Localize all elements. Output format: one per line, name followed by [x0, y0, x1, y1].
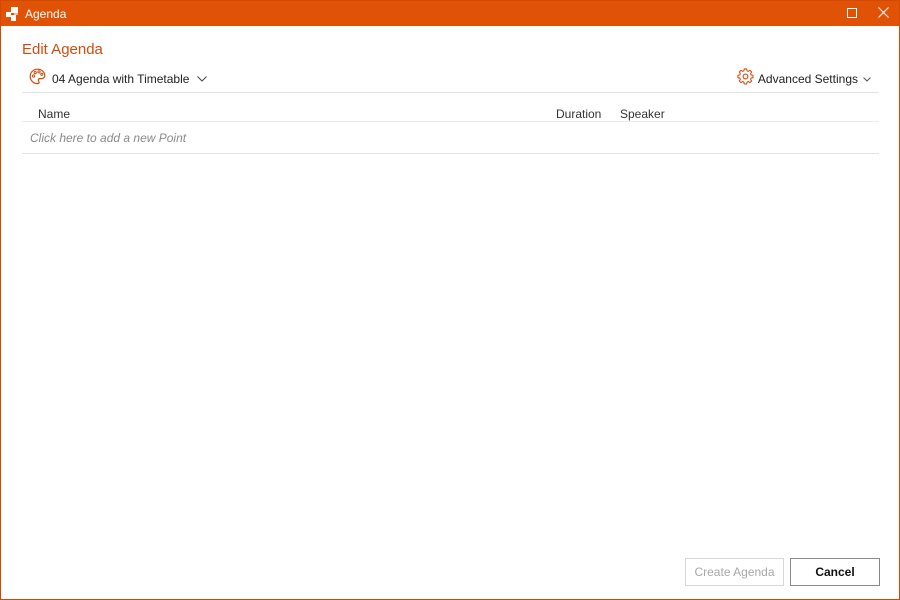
table-row-divider — [22, 153, 879, 154]
column-header-name[interactable]: Name — [38, 107, 70, 121]
maximize-button[interactable] — [837, 1, 867, 26]
add-new-point-row[interactable]: Click here to add a new Point — [30, 131, 186, 145]
app-logo-icon — [5, 6, 21, 22]
create-agenda-button[interactable]: Create Agenda — [685, 558, 784, 586]
chevron-down-icon — [197, 76, 208, 82]
theme-dropdown[interactable]: 04 Agenda with Timetable — [29, 68, 208, 90]
maximize-icon — [847, 5, 857, 23]
advanced-settings-dropdown[interactable]: Advanced Settings — [737, 68, 871, 90]
window-title: Agenda — [25, 7, 67, 21]
table-header-divider — [22, 121, 879, 122]
toolbar-divider — [22, 92, 879, 93]
agenda-window: Agenda Edit Agenda 04 Agenda with Timeta… — [0, 0, 900, 600]
gear-icon — [737, 68, 754, 90]
close-icon — [877, 5, 889, 23]
close-button[interactable] — [868, 1, 898, 26]
cancel-button[interactable]: Cancel — [790, 558, 880, 586]
chevron-down-icon — [863, 76, 871, 82]
palette-icon — [29, 68, 46, 90]
page-title: Edit Agenda — [22, 41, 103, 58]
theme-selected-value: 04 Agenda with Timetable — [52, 72, 190, 86]
column-header-speaker[interactable]: Speaker — [620, 107, 665, 121]
advanced-settings-label: Advanced Settings — [757, 72, 858, 86]
column-header-duration[interactable]: Duration — [556, 107, 601, 121]
title-bar[interactable]: Agenda — [1, 1, 899, 26]
